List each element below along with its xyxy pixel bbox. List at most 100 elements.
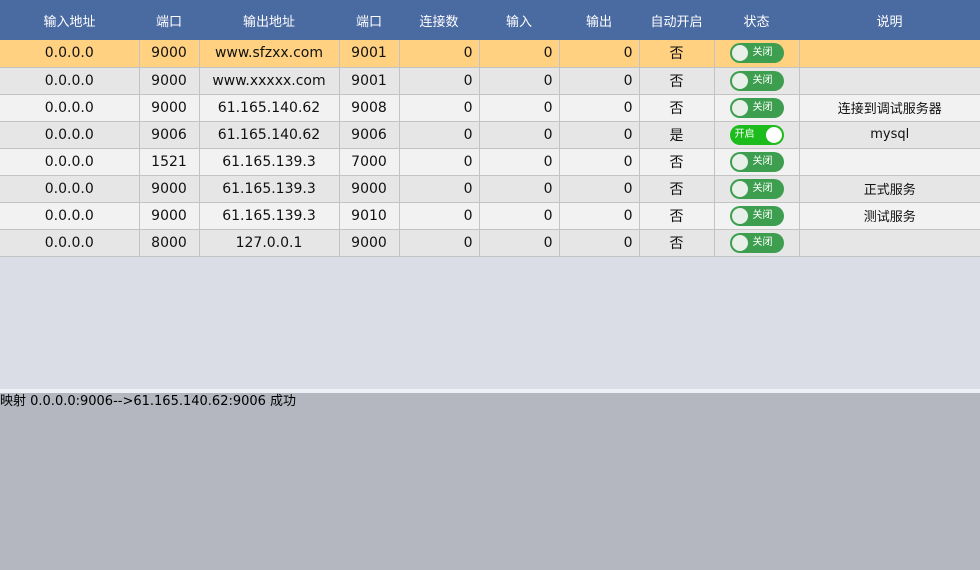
table-row[interactable]: 0.0.0.0 1521 61.165.139.3 7000 0 0 0 否 关… — [0, 148, 980, 176]
cell-description — [799, 40, 980, 68]
table-row[interactable]: 0.0.0.0 9006 61.165.140.62 9006 0 0 0 是 … — [0, 121, 980, 149]
status-toggle[interactable]: 关闭 — [729, 70, 784, 91]
status-toggle[interactable]: 关闭 — [729, 97, 784, 118]
cell-in-port: 9000 — [139, 67, 200, 95]
cell-output: 0 — [559, 94, 640, 122]
status-toggle[interactable]: 关闭 — [729, 205, 784, 226]
toggle-knob — [731, 72, 748, 89]
cell-out-port: 9001 — [339, 40, 400, 68]
toggle-label: 关闭 — [752, 236, 773, 248]
status-toggle[interactable]: 开启 — [729, 124, 784, 145]
cell-auto-start: 否 — [639, 202, 715, 230]
log-line: 映射 0.0.0.0:9006-->61.165.140.62:9006 成功 — [0, 394, 297, 409]
cell-out-addr: 61.165.140.62 — [199, 94, 340, 122]
table-row[interactable]: 0.0.0.0 9000 www.xxxxx.com 9001 0 0 0 否 … — [0, 67, 980, 95]
cell-out-port: 7000 — [339, 148, 400, 176]
cell-input: 0 — [479, 67, 560, 95]
status-toggle[interactable]: 关闭 — [729, 232, 784, 253]
cell-connections: 0 — [399, 175, 480, 203]
toggle-knob — [731, 45, 748, 62]
mapping-grid[interactable]: 输入地址 端口 输出地址 端口 连接数 输入 输出 自动开启 状态 说明 0.0… — [0, 0, 980, 389]
status-toggle[interactable]: 关闭 — [729, 151, 784, 172]
cell-description: mysql — [799, 121, 980, 149]
cell-in-port: 1521 — [139, 148, 200, 176]
cell-in-addr: 0.0.0.0 — [0, 121, 140, 149]
cell-auto-start: 否 — [639, 175, 715, 203]
table-row[interactable]: 0.0.0.0 9000 www.sfzxx.com 9001 0 0 0 否 … — [0, 40, 980, 68]
toggle-knob — [731, 207, 748, 224]
cell-output: 0 — [559, 121, 640, 149]
col-header-output[interactable]: 输出 — [559, 0, 639, 40]
cell-in-addr: 0.0.0.0 — [0, 229, 140, 257]
cell-status: 开启 — [714, 121, 800, 149]
cell-connections: 0 — [399, 67, 480, 95]
cell-connections: 0 — [399, 94, 480, 122]
cell-connections: 0 — [399, 202, 480, 230]
cell-status: 关闭 — [714, 148, 800, 176]
cell-out-port: 9000 — [339, 175, 400, 203]
cell-auto-start: 是 — [639, 121, 715, 149]
cell-auto-start: 否 — [639, 148, 715, 176]
cell-input: 0 — [479, 121, 560, 149]
cell-description: 正式服务 — [799, 175, 980, 203]
cell-description — [799, 67, 980, 95]
cell-out-port: 9010 — [339, 202, 400, 230]
col-header-out-port[interactable]: 端口 — [339, 0, 399, 40]
cell-input: 0 — [479, 148, 560, 176]
status-toggle[interactable]: 关闭 — [729, 43, 784, 64]
toggle-knob — [731, 180, 748, 197]
cell-out-addr: 61.165.139.3 — [199, 175, 340, 203]
cell-status: 关闭 — [714, 94, 800, 122]
cell-status: 关闭 — [714, 40, 800, 68]
toggle-label: 关闭 — [752, 209, 773, 221]
table-row[interactable]: 0.0.0.0 9000 61.165.139.3 9000 0 0 0 否 关… — [0, 175, 980, 203]
port-mapping-window: 输入地址 端口 输出地址 端口 连接数 输入 输出 自动开启 状态 说明 0.0… — [0, 0, 980, 570]
status-toggle[interactable]: 关闭 — [729, 178, 784, 199]
col-header-in-port[interactable]: 端口 — [139, 0, 199, 40]
toggle-label: 关闭 — [752, 155, 773, 167]
table-row[interactable]: 0.0.0.0 9000 61.165.140.62 9008 0 0 0 否 … — [0, 94, 980, 122]
cell-connections: 0 — [399, 148, 480, 176]
col-header-description[interactable]: 说明 — [799, 0, 980, 40]
cell-in-addr: 0.0.0.0 — [0, 148, 140, 176]
table-row[interactable]: 0.0.0.0 8000 127.0.0.1 9000 0 0 0 否 关闭 — [0, 229, 980, 257]
cell-out-port: 9000 — [339, 229, 400, 257]
cell-in-port: 9006 — [139, 121, 200, 149]
cell-in-addr: 0.0.0.0 — [0, 67, 140, 95]
col-header-auto-start[interactable]: 自动开启 — [639, 0, 714, 40]
cell-input: 0 — [479, 94, 560, 122]
cell-description: 测试服务 — [799, 202, 980, 230]
log-panel: 映射 0.0.0.0:9006-->61.165.140.62:9006 成功 — [0, 393, 980, 570]
cell-in-port: 9000 — [139, 40, 200, 68]
col-header-out-addr[interactable]: 输出地址 — [199, 0, 339, 40]
cell-connections: 0 — [399, 229, 480, 257]
table-body: 0.0.0.0 9000 www.sfzxx.com 9001 0 0 0 否 … — [0, 40, 980, 257]
cell-output: 0 — [559, 67, 640, 95]
cell-connections: 0 — [399, 121, 480, 149]
cell-description — [799, 229, 980, 257]
toggle-knob — [765, 126, 782, 143]
toggle-label: 关闭 — [752, 47, 773, 59]
toggle-label: 关闭 — [752, 182, 773, 194]
cell-status: 关闭 — [714, 202, 800, 230]
cell-status: 关闭 — [714, 175, 800, 203]
toggle-knob — [731, 234, 748, 251]
toggle-label: 关闭 — [752, 101, 773, 113]
cell-in-port: 9000 — [139, 202, 200, 230]
col-header-status[interactable]: 状态 — [714, 0, 799, 40]
col-header-connections[interactable]: 连接数 — [399, 0, 479, 40]
cell-out-addr: www.sfzxx.com — [199, 40, 340, 68]
col-header-input[interactable]: 输入 — [479, 0, 559, 40]
toggle-knob — [731, 153, 748, 170]
cell-output: 0 — [559, 229, 640, 257]
cell-output: 0 — [559, 40, 640, 68]
cell-in-addr: 0.0.0.0 — [0, 175, 140, 203]
table-row[interactable]: 0.0.0.0 9000 61.165.139.3 9010 0 0 0 否 关… — [0, 202, 980, 230]
cell-in-addr: 0.0.0.0 — [0, 202, 140, 230]
toggle-label: 关闭 — [752, 74, 773, 86]
mapping-table: 输入地址 端口 输出地址 端口 连接数 输入 输出 自动开启 状态 说明 0.0… — [0, 0, 980, 257]
cell-out-addr: 61.165.139.3 — [199, 202, 340, 230]
cell-in-port: 9000 — [139, 175, 200, 203]
col-header-in-addr[interactable]: 输入地址 — [0, 0, 139, 40]
cell-out-addr: 127.0.0.1 — [199, 229, 340, 257]
